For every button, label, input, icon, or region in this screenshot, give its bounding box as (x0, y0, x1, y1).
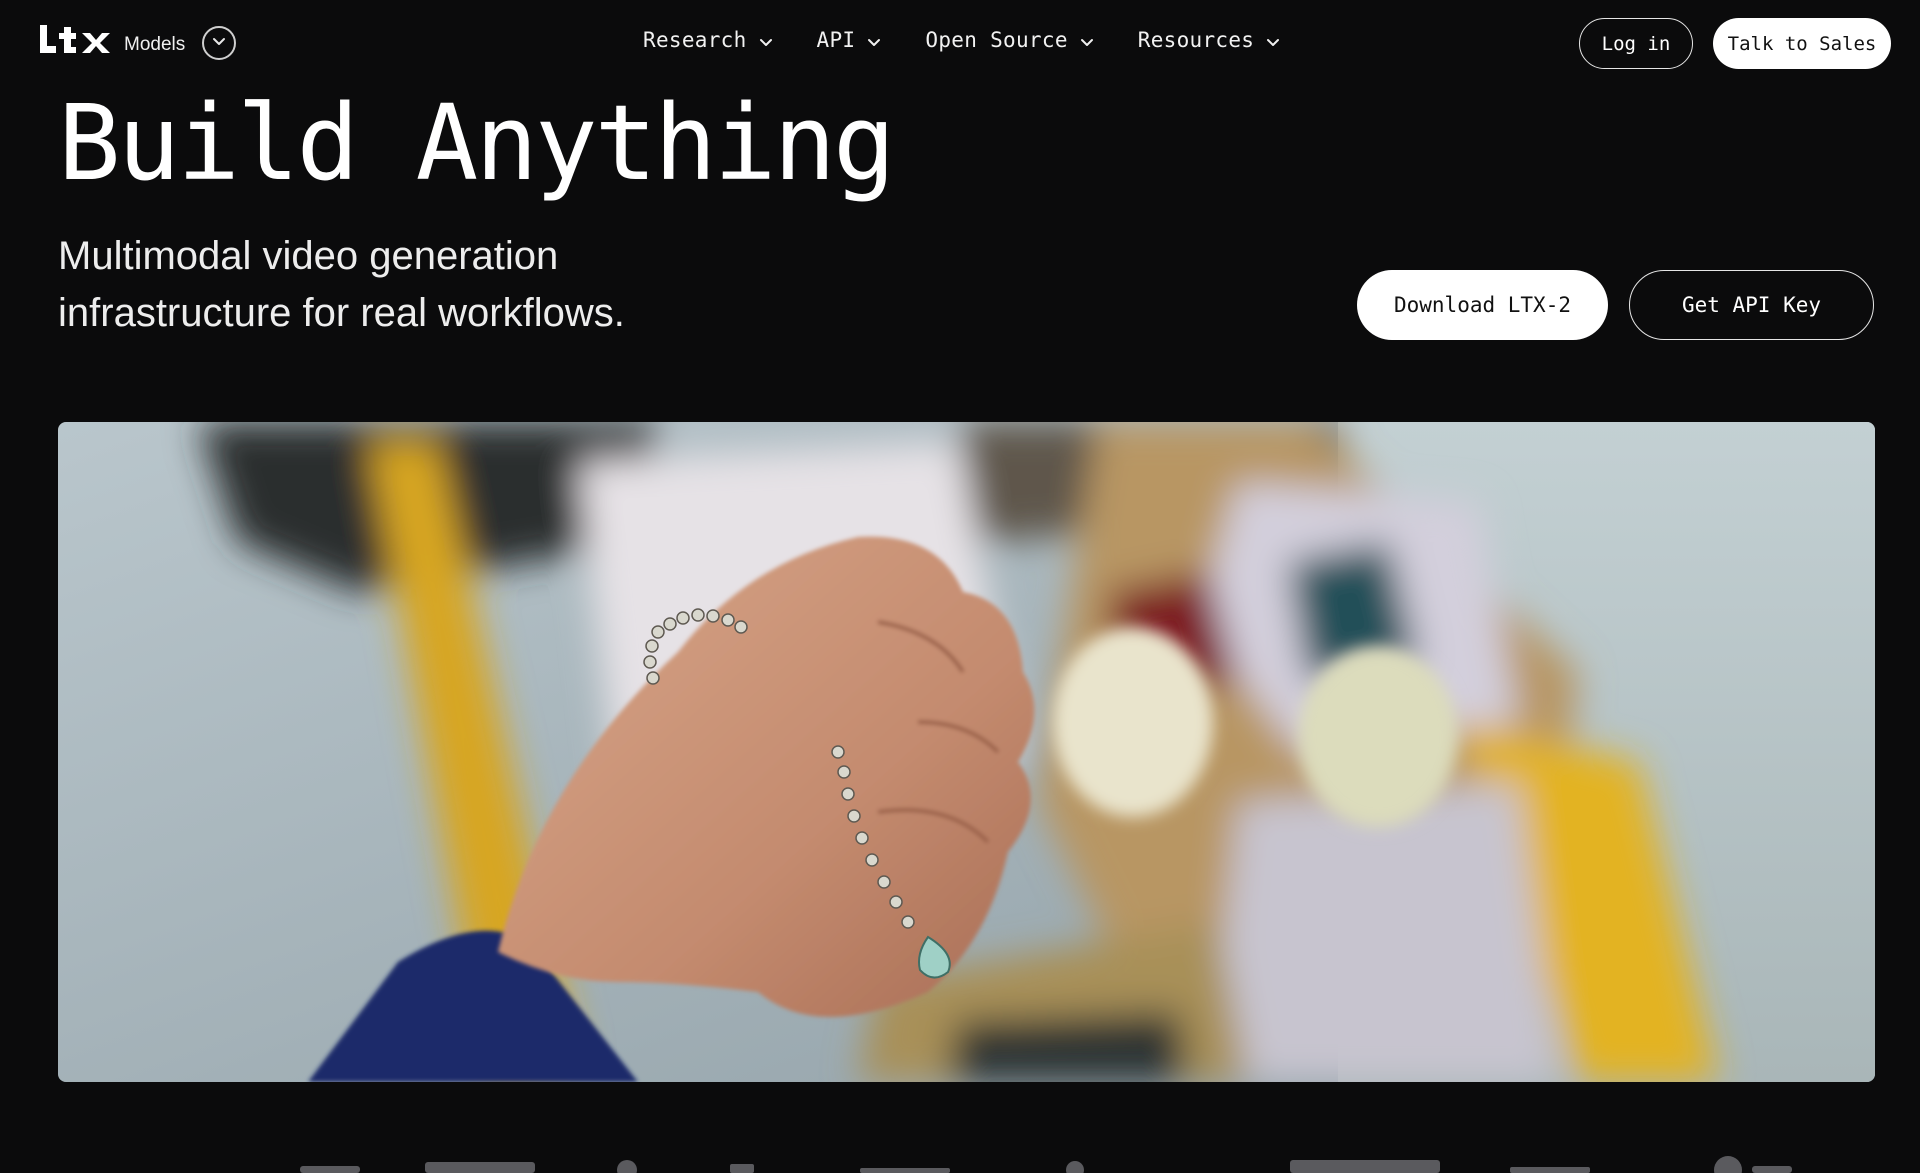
nav-label: Open Source (925, 27, 1068, 52)
nav-label: Resources (1137, 27, 1255, 52)
partner-logos-icon (300, 1156, 1792, 1173)
hero-subtitle: Multimodal video generation infrastructu… (58, 228, 698, 342)
hero-video[interactable] (58, 422, 1875, 1082)
partner-logos-strip (0, 1148, 1920, 1173)
chevron-down-icon (212, 34, 226, 52)
chevron-down-icon (759, 29, 773, 53)
main-nav: Research API Open Source Resources (643, 26, 1280, 53)
chevron-down-icon (867, 29, 881, 53)
product-switcher-button[interactable] (202, 26, 236, 60)
chevron-down-icon (1080, 29, 1094, 53)
page: Models Research API Open Source Resource… (0, 0, 1920, 1173)
hero-title: Build Anything (58, 82, 896, 204)
nav-api[interactable]: API (817, 26, 882, 53)
hero-subtitle-line-1: Multimodal video generation (58, 234, 559, 278)
nav-resources[interactable]: Resources (1138, 26, 1281, 53)
download-ltx2-button[interactable]: Download LTX-2 (1357, 270, 1608, 340)
nav-label: Research (643, 27, 747, 52)
product-label: Models (124, 34, 186, 55)
talk-to-sales-button[interactable]: Talk to Sales (1713, 18, 1891, 69)
nav-open-source[interactable]: Open Source (925, 26, 1093, 53)
chevron-down-icon (1266, 29, 1280, 53)
nav-label: API (816, 27, 856, 52)
login-button[interactable]: Log in (1579, 18, 1693, 69)
site-header: Models Research API Open Source Resource… (0, 0, 1920, 86)
brand-logo[interactable]: Models (40, 24, 185, 56)
nav-research[interactable]: Research (643, 26, 773, 53)
hero-subtitle-line-2: infrastructure for real workflows. (58, 291, 625, 335)
ltx-logo-icon (40, 25, 114, 55)
get-api-key-button[interactable]: Get API Key (1629, 270, 1874, 340)
